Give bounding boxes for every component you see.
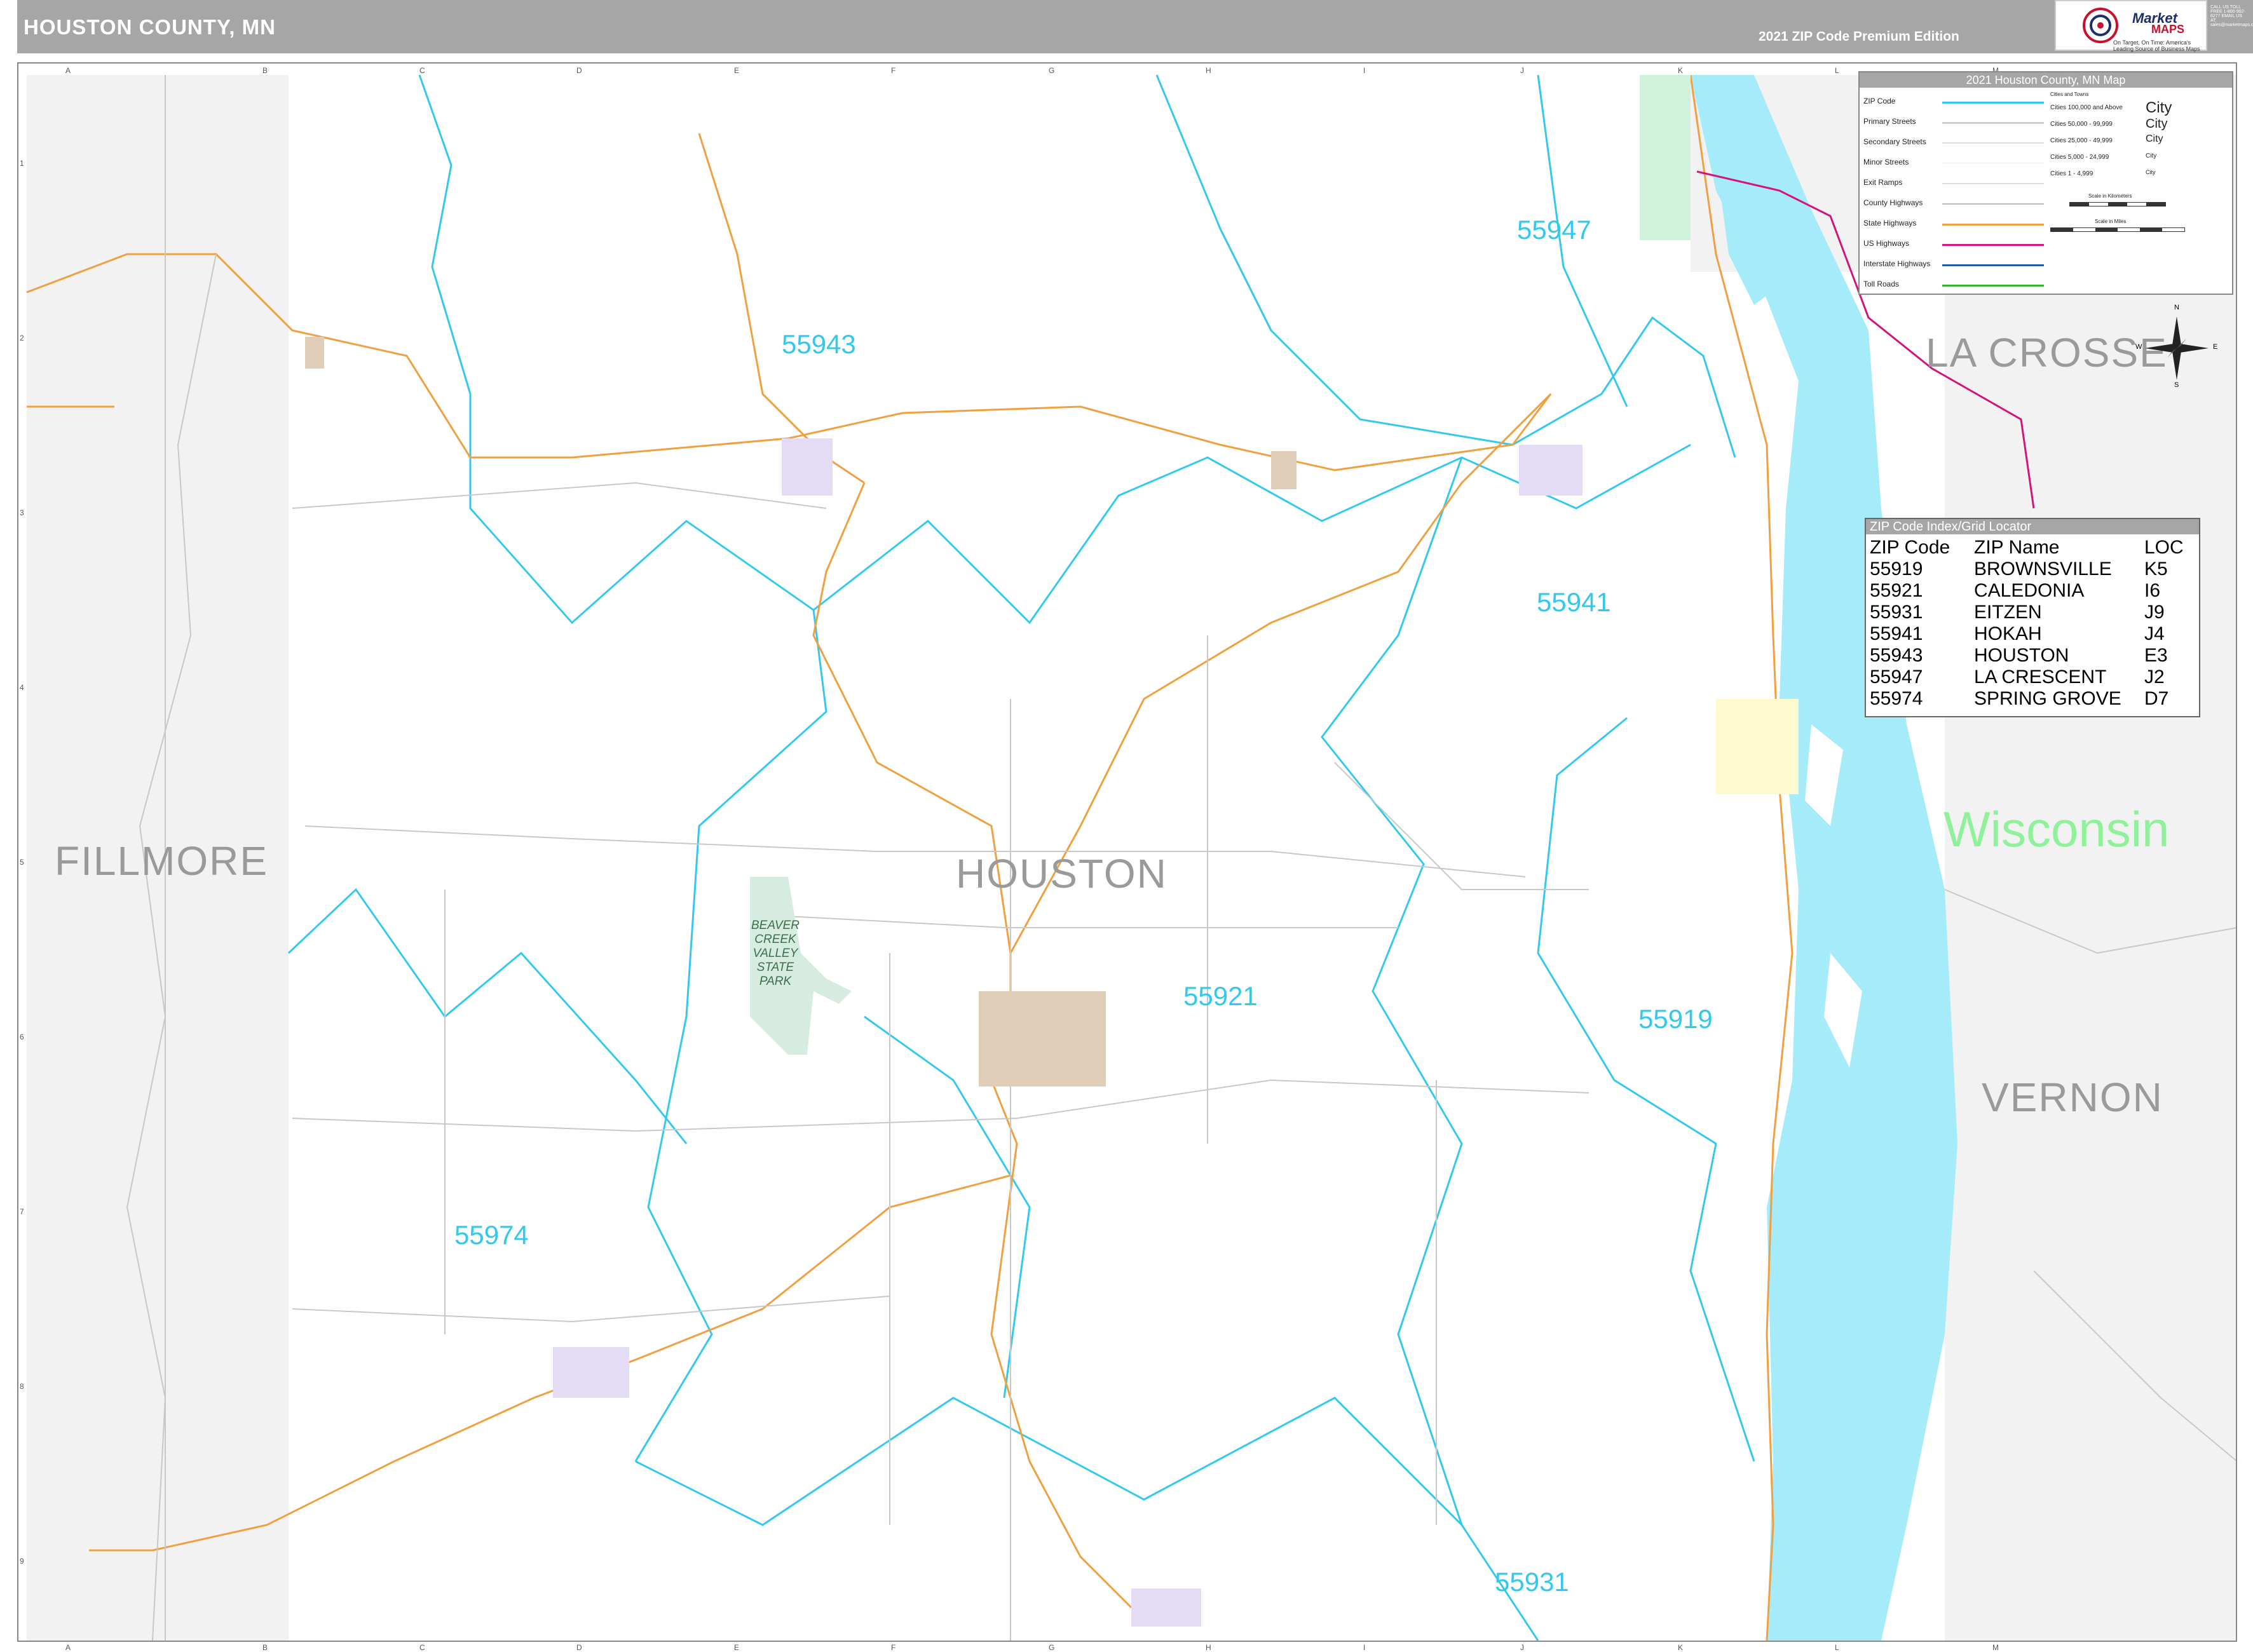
grid-col-label: H [1206,1643,1211,1652]
grid-col-label: I [1363,1643,1366,1652]
grid-col-label: B [262,1643,268,1652]
grid-col-label: J [1520,1643,1524,1652]
grid-col-label: G [1049,1643,1055,1652]
grid-col-label: M [1992,1643,1999,1652]
grid-col-label: L [1835,1643,1839,1652]
grid-col-label: K [1678,1643,1684,1652]
grid-col-label: C [419,1643,425,1652]
grid-col-label: F [891,1643,896,1652]
grid-col-label: A [65,1643,71,1652]
map-frame [17,62,2237,1642]
grid-col-label: D [576,1643,582,1652]
grid-col-label: E [734,1643,740,1652]
